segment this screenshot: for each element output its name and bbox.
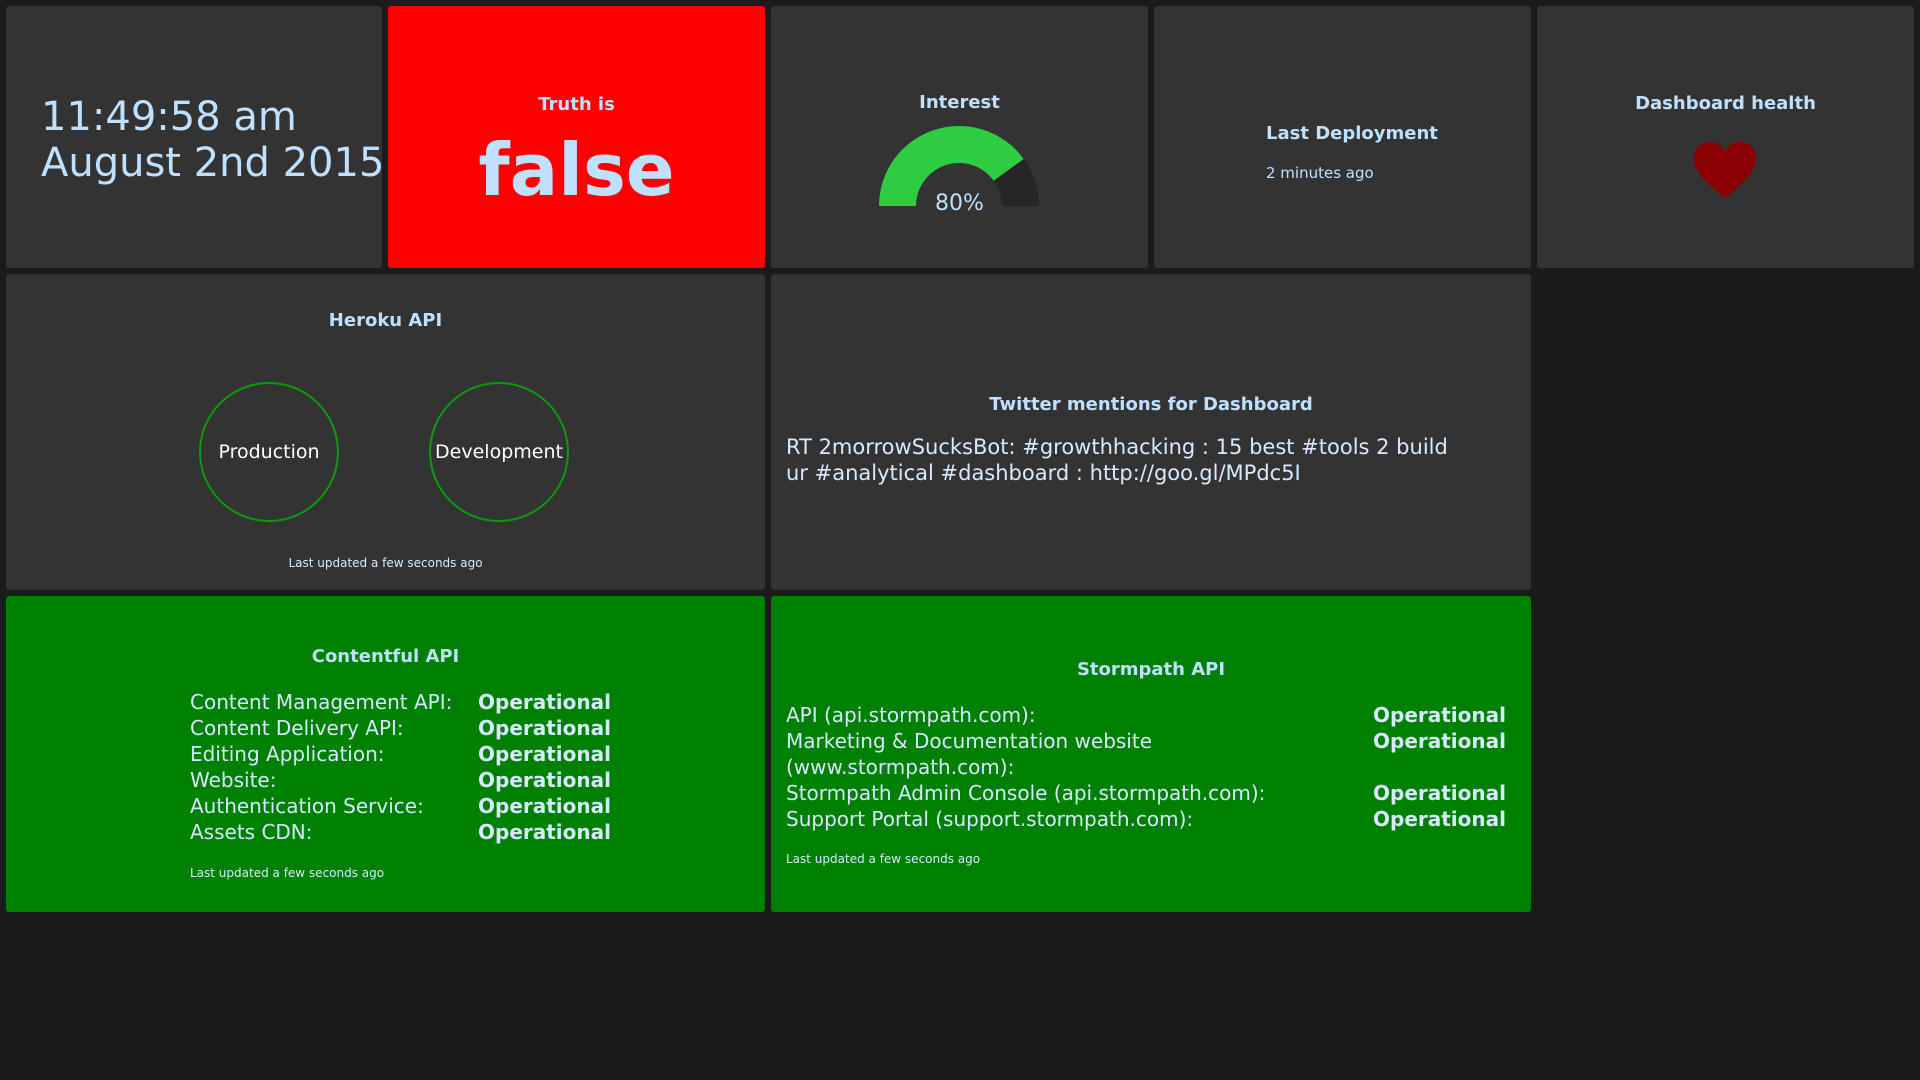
contentful-row-status: Operational: [478, 794, 611, 818]
contentful-row-status: Operational: [478, 742, 611, 766]
clock-date: August 2nd 2015: [41, 140, 385, 186]
env-development: Development: [429, 382, 569, 522]
stormpath-row-label: API (api.stormpath.com):: [786, 703, 1036, 727]
deployment-tile: Last Deployment 2 minutes ago: [1154, 6, 1531, 268]
stormpath-row-label: Support Portal (support.stormpath.com):: [786, 807, 1194, 831]
stormpath-row-status: Operational: [1373, 729, 1506, 753]
env-production: Production: [199, 382, 339, 522]
heart-icon: [1694, 142, 1756, 198]
interest-tile: Interest 80%: [771, 6, 1148, 268]
stormpath-row-label: Marketing & Documentation website: [786, 729, 1153, 753]
heroku-title: Heroku API: [328, 310, 443, 331]
clock-time: 11:49:58 am: [41, 94, 297, 140]
stormpath-row-status: Operational: [1373, 703, 1506, 727]
contentful-row-label: Editing Application:: [190, 742, 385, 766]
stormpath-title: Stormpath API: [1076, 659, 1226, 680]
stormpath-row-label: Stormpath Admin Console (api.stormpath.c…: [786, 781, 1266, 805]
contentful-updated: Last updated a few seconds ago: [190, 866, 385, 880]
contentful-row-label: Content Management API:: [190, 690, 453, 714]
contentful-title: Contentful API: [311, 646, 460, 667]
contentful-row-label: Content Delivery API:: [190, 716, 404, 740]
interest-gauge: [879, 125, 1039, 206]
twitter-title: Twitter mentions for Dashboard: [989, 394, 1313, 415]
contentful-row-status: Operational: [478, 716, 611, 740]
contentful-row-status: Operational: [478, 820, 611, 844]
heroku-tile: Heroku API Production Development Last u…: [6, 274, 765, 590]
clock-tile: 11:49:58 am August 2nd 2015: [6, 6, 385, 268]
health-title: Dashboard health: [1635, 93, 1816, 114]
contentful-row-label: Assets CDN:: [190, 820, 313, 844]
stormpath-row-status: Operational: [1373, 807, 1506, 831]
contentful-tile: Contentful API Content Management API: O…: [6, 596, 765, 912]
contentful-row-status: Operational: [478, 690, 611, 714]
stormpath-row-status: Operational: [1373, 781, 1506, 805]
contentful-row-status: Operational: [478, 768, 611, 792]
health-tile: Dashboard health: [1537, 6, 1914, 268]
stormpath-tile: Stormpath API API (api.stormpath.com): O…: [771, 596, 1531, 912]
deployment-title: Last Deployment: [1266, 123, 1438, 144]
twitter-tile: Twitter mentions for Dashboard RT 2morro…: [771, 274, 1531, 590]
stormpath-updated: Last updated a few seconds ago: [786, 852, 981, 866]
deployment-time: 2 minutes ago: [1266, 164, 1374, 182]
truth-tile: Truth is false: [388, 6, 765, 268]
contentful-row-label: Website:: [190, 768, 277, 792]
stormpath-row-label-cont: (www.stormpath.com):: [786, 755, 1015, 779]
truth-title: Truth is: [538, 94, 615, 115]
tweet-text: RT 2morrowSucksBot: #growthhacking : 15 …: [786, 435, 1448, 485]
truth-value: false: [478, 128, 675, 212]
contentful-row-label: Authentication Service:: [190, 794, 424, 818]
heroku-updated: Last updated a few seconds ago: [288, 556, 483, 570]
interest-value: 80%: [935, 191, 984, 216]
